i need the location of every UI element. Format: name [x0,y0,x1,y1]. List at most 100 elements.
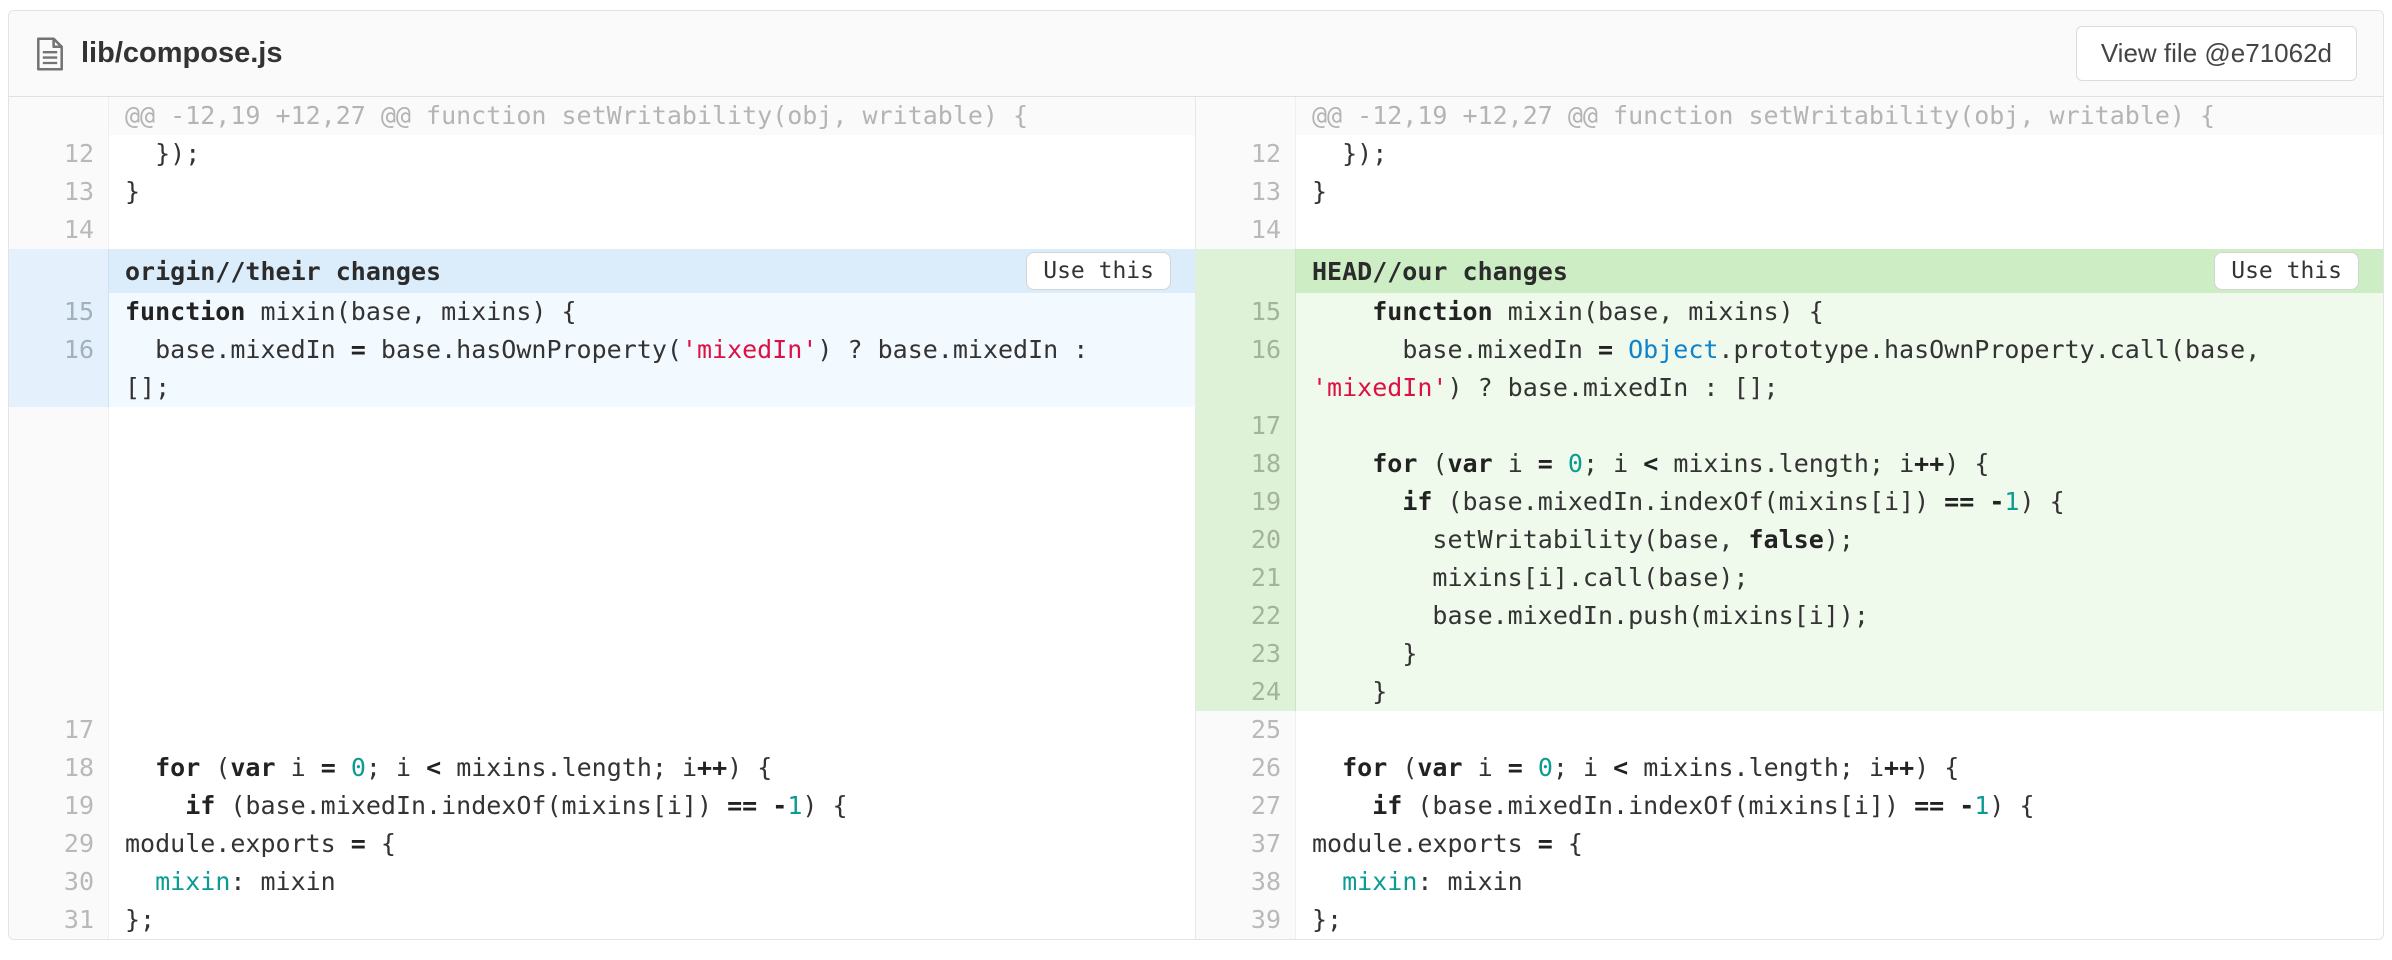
conflict-header: HEAD//our changesUse this [1296,249,2383,293]
line-number: 13 [9,173,109,211]
code-token [336,753,351,782]
code-line: } [109,173,1195,211]
code-token: (base.mixedIn.indexOf(mixins[i]) [1402,791,1914,820]
code-token: { [1553,829,1583,858]
pane-theirs: @@ -12,19 +12,27 @@ function setWritabil… [9,97,1196,939]
code-token: == [1914,791,1944,820]
code-token: - [1959,791,1974,820]
hunk-header: @@ -12,19 +12,27 @@ function setWritabil… [109,97,1195,135]
code-token: mixins.length; i [441,753,697,782]
code-token: ) ? base.mixedIn : []; [1447,373,1778,402]
line-number: 14 [9,211,109,249]
code-token [1312,867,1342,896]
code-line: function mixin(base, mixins) { [1296,293,2383,331]
code-token: ++ [697,753,727,782]
line-number: 17 [9,711,109,749]
code-token [1312,791,1372,820]
code-token: : mixin [230,867,335,896]
code-text: for (var i = 0; i < mixins.length; i++) … [1312,445,2292,483]
code-line: if (base.mixedIn.indexOf(mixins[i]) == -… [109,787,1195,825]
line-number: 14 [1196,211,1296,249]
code-token [1974,487,1989,516]
line-number: 15 [1196,293,1296,331]
code-token: for [1372,449,1417,478]
code-text: mixins[i].call(base); [1312,559,2292,597]
diff-row: 18 for (var i = 0; i < mixins.length; i+… [9,749,1195,787]
code-text: }); [125,135,1105,173]
code-text: module.exports = { [125,825,1105,863]
code-token [1523,753,1538,782]
code-text: setWritability(base, false); [1312,521,2292,559]
code-token: = [321,753,336,782]
line-number [1196,97,1296,135]
code-token: setWritability(base, [1312,525,1749,554]
diff-row: 30 mixin: mixin [9,863,1195,901]
code-token: ( [200,753,230,782]
code-token [125,867,155,896]
code-token: ) { [802,791,847,820]
line-number: 39 [1196,901,1296,939]
code-token: 1 [787,791,802,820]
line-number: 15 [9,293,109,331]
code-token: mixins.length; i [1628,753,1884,782]
code-token: function [125,297,245,326]
code-line: }); [109,135,1195,173]
code-text: base.mixedIn.push(mixins[i]); [1312,597,2292,635]
use-this-button[interactable]: Use this [1026,252,1171,290]
code-token: 'mixedIn' [1312,373,1447,402]
line-number: 31 [9,901,109,939]
line-number: 27 [1196,787,1296,825]
code-text: }; [1312,901,2292,939]
code-token [125,753,155,782]
code-token: : mixin [1417,867,1522,896]
line-number: 16 [9,331,109,407]
code-token: var [230,753,275,782]
hunk-header: @@ -12,19 +12,27 @@ function setWritabil… [1296,97,2383,135]
code-text: if (base.mixedIn.indexOf(mixins[i]) == -… [1312,787,2292,825]
diff-row: 18 for (var i = 0; i < mixins.length; i+… [1196,445,2383,483]
code-line: base.mixedIn = base.hasOwnProperty('mixe… [109,331,1195,407]
code-token: ( [1417,449,1447,478]
code-text: mixin: mixin [1312,863,2292,901]
use-this-button[interactable]: Use this [2214,252,2359,290]
code-token: (base.mixedIn.indexOf(mixins[i]) [215,791,727,820]
code-token: i [1463,753,1508,782]
code-text: } [125,173,1105,211]
code-token: = [1538,829,1553,858]
line-number: 26 [1196,749,1296,787]
code-token [1944,791,1959,820]
code-line [1296,211,2383,249]
code-token: module.exports [125,829,351,858]
code-token: for [1342,753,1387,782]
code-token: = [351,335,366,364]
code-text: }); [1312,135,2292,173]
pane-ours: @@ -12,19 +12,27 @@ function setWritabil… [1196,97,2383,939]
line-number: 16 [1196,331,1296,407]
code-token: 1 [2004,487,2019,516]
code-line: if (base.mixedIn.indexOf(mixins[i]) == -… [1296,483,2383,521]
line-number [9,97,109,135]
line-number: 21 [1196,559,1296,597]
code-line: for (var i = 0; i < mixins.length; i++) … [1296,445,2383,483]
code-line: } [1296,673,2383,711]
code-token: = [1598,335,1613,364]
code-token: < [1613,753,1628,782]
code-token: mixin(base, mixins) { [1493,297,1824,326]
code-line: module.exports = { [1296,825,2383,863]
code-token: { [366,829,396,858]
code-text: function mixin(base, mixins) { [1312,293,2292,331]
code-text: } [1312,673,2292,711]
code-token [757,791,772,820]
line-number: 17 [1196,407,1296,445]
view-file-button[interactable]: View file @e71062d [2076,26,2357,81]
diff-row: 19 if (base.mixedIn.indexOf(mixins[i]) =… [9,787,1195,825]
code-token: ); [1824,525,1854,554]
diff-row: 24 } [1196,673,2383,711]
code-line [1296,711,2383,749]
line-number: 12 [1196,135,1296,173]
code-token: base.hasOwnProperty( [366,335,682,364]
line-number: 18 [1196,445,1296,483]
code-token: ) { [1914,753,1959,782]
code-token: mixin(base, mixins) { [245,297,576,326]
code-token: ; i [366,753,426,782]
